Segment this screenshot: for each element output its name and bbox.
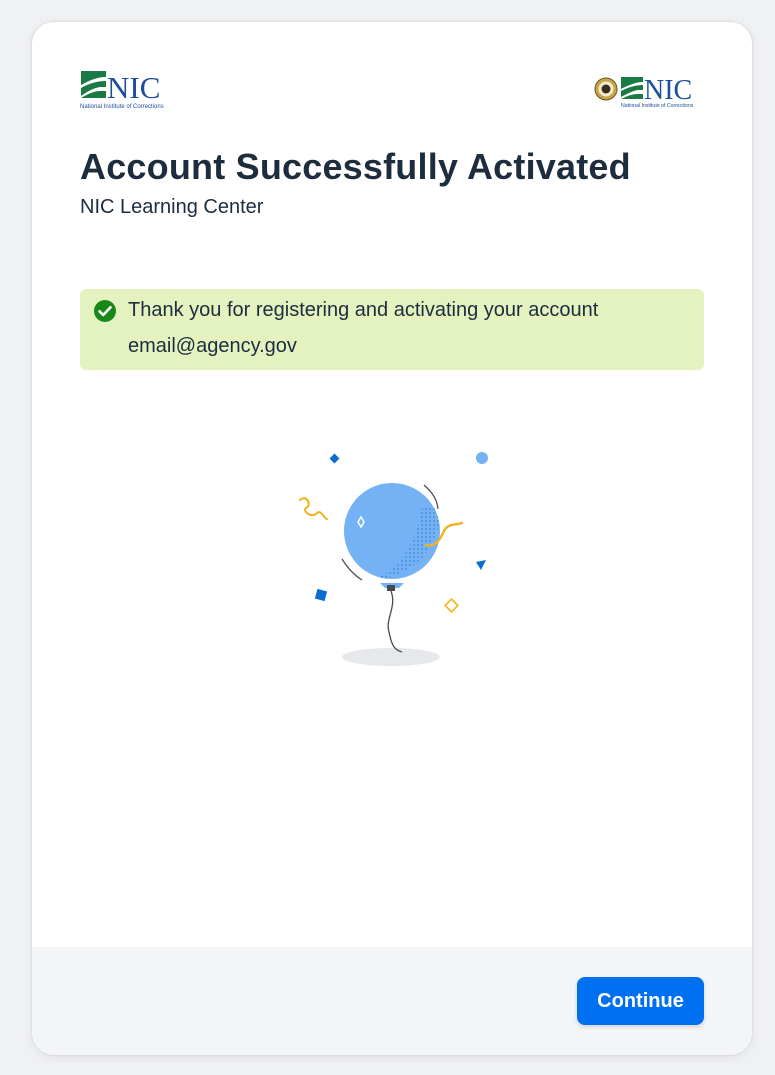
nic-logo-tagline: National Institute of Corrections	[80, 104, 164, 110]
balloon-celebration-illustration	[299, 452, 488, 666]
activation-card: NIC National Institute of Corrections NI…	[32, 22, 752, 1055]
doj-seal-icon	[594, 77, 618, 101]
card-footer: Continue	[32, 947, 752, 1055]
success-message-strip: Thank you for registering and activating…	[80, 289, 704, 370]
account-email: email@agency.gov	[128, 335, 297, 357]
doj-nic-logo: NIC National Institute of Corrections	[594, 75, 694, 109]
doj-nic-logo-tagline: National Institute of Corrections	[621, 103, 694, 109]
page-title: Account Successfully Activated	[80, 146, 631, 187]
continue-button[interactable]: Continue	[577, 977, 704, 1025]
doj-nic-logo-wordmark: NIC	[644, 75, 692, 106]
page-subtitle: NIC Learning Center	[80, 196, 264, 218]
success-message-text: Thank you for registering and activating…	[128, 299, 599, 321]
check-circle-icon	[94, 300, 116, 322]
nic-logo: NIC National Institute of Corrections	[80, 70, 164, 110]
nic-logo-wordmark: NIC	[107, 70, 160, 105]
